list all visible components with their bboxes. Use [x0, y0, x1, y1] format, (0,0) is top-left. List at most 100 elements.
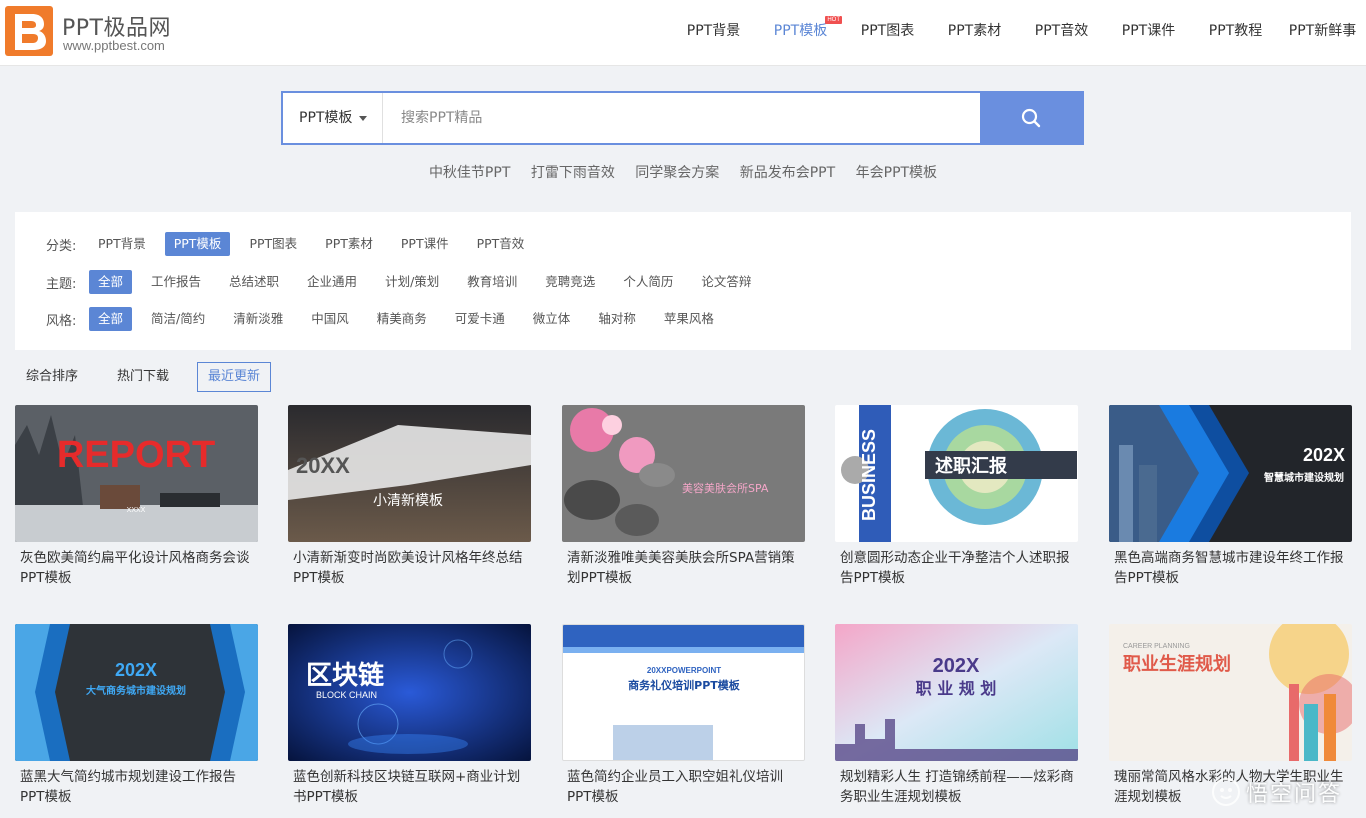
nav-item-ppt-background[interactable]: PPT背景 [670, 0, 757, 62]
site-url: www.pptbest.com [63, 38, 165, 53]
thumb-subtitle: BLOCK CHAIN [316, 690, 377, 700]
filter-chip[interactable]: PPT音效 [468, 232, 534, 256]
filter-chip[interactable]: 个人简历 [614, 270, 682, 294]
nav-label: PPT教程 [1208, 23, 1263, 39]
filter-chip[interactable]: 精美商务 [368, 307, 436, 331]
main-nav: PPT背景 PPT模板 HOT PPT图表 PPT素材 PPT音效 PPT课件 P… [670, 0, 1366, 62]
filter-chip[interactable]: 微立体 [524, 307, 580, 331]
filter-chip[interactable]: 竞聘竞选 [536, 270, 604, 294]
thumb-title: 述职汇报 [935, 455, 1007, 477]
filter-chip[interactable]: 苹果风格 [655, 307, 723, 331]
nav-label: PPT新鲜事 [1288, 23, 1357, 39]
watermark-text: 悟空问答 [1245, 782, 1342, 807]
filter-chip[interactable]: 教育培训 [458, 270, 526, 294]
filter-chip[interactable]: 计划/策划 [376, 270, 448, 294]
template-card[interactable]: 202X 职 业 规 划 规划精彩人生 打造锦绣前程——炫彩商务职业生涯规划模板 [835, 624, 1078, 807]
filter-row-style: 风格: 全部 简洁/简约 清新淡雅 中国风 精美商务 可爱卡通 微立体 轴对称 … [15, 306, 733, 332]
filter-label-category: 分类: [46, 238, 77, 254]
site-logo[interactable]: PPT极品网 www.pptbest.com [5, 6, 225, 58]
template-title[interactable]: 小清新渐变时尚欧美设计风格年终总结PPT模板 [288, 548, 531, 588]
nav-item-ppt-sound[interactable]: PPT音效 [1018, 0, 1105, 62]
template-title[interactable]: 创意圆形动态企业干净整洁个人述职报告PPT模板 [835, 548, 1078, 588]
filter-chip[interactable]: 工作报告 [142, 270, 210, 294]
nav-label: PPT背景 [686, 23, 741, 39]
template-title[interactable]: 黑色高端商务智慧城市建设年终工作报告PPT模板 [1109, 548, 1352, 588]
thumb-subtitle: 智慧城市建设规划 [1264, 471, 1344, 484]
template-thumbnail[interactable]: 区块链 BLOCK CHAIN [288, 624, 531, 761]
thumb-title: 20XX [296, 453, 350, 478]
search-input[interactable] [383, 93, 980, 143]
template-card[interactable]: 区块链 BLOCK CHAIN 蓝色创新科技区块链互联网+商业计划书PPT模板 [288, 624, 531, 807]
template-title[interactable]: 蓝色简约企业员工入职空姐礼仪培训PPT模板 [562, 767, 805, 807]
search-icon [1021, 108, 1041, 128]
template-card[interactable]: 202X 智慧城市建设规划 黑色高端商务智慧城市建设年终工作报告PPT模板 [1109, 405, 1352, 588]
search-button[interactable] [980, 93, 1082, 143]
hot-word-link[interactable]: 同学聚会方案 [635, 162, 719, 182]
nav-item-ppt-courseware[interactable]: PPT课件 [1105, 0, 1192, 62]
template-title[interactable]: 清新淡雅唯美美容美肤会所SPA营销策划PPT模板 [562, 548, 805, 588]
thumb-title: 202X [1303, 445, 1345, 465]
filter-chip[interactable]: 轴对称 [589, 307, 645, 331]
thumb-subtitle: BUSINESS [859, 429, 879, 521]
template-thumbnail[interactable]: CAREER PLANNING 职业生涯规划 [1109, 624, 1352, 761]
thumb-subtitle: 大气商务城市建设规划 [86, 684, 186, 697]
template-card[interactable]: REPORT XXXX 灰色欧美简约扁平化设计风格商务会谈PPT模板 [15, 405, 258, 588]
logo-mark-icon [5, 6, 53, 56]
filter-chip[interactable]: PPT背景 [89, 232, 155, 256]
filter-chip[interactable]: 总结述职 [220, 270, 288, 294]
hot-search-words: 中秋佳节PPT 打雷下雨音效 同学聚会方案 新品发布会PPT 年会PPT模板 [0, 162, 1366, 182]
thumb-title: 商务礼仪培训PPT模板 [628, 678, 741, 692]
template-thumbnail[interactable]: BUSINESS 述职汇报 [835, 405, 1078, 542]
sort-option-active[interactable]: 最近更新 [197, 362, 272, 392]
filter-label-style: 风格: [46, 313, 77, 329]
hot-word-link[interactable]: 新品发布会PPT [740, 162, 835, 182]
sort-option[interactable]: 综合排序 [15, 362, 89, 392]
hot-word-link[interactable]: 打雷下雨音效 [531, 162, 615, 182]
filter-chip-active[interactable]: 全部 [89, 270, 133, 294]
template-card[interactable]: 20XX 小清新模板 小清新渐变时尚欧美设计风格年终总结PPT模板 [288, 405, 531, 588]
template-thumbnail[interactable]: 20XX 小清新模板 [288, 405, 531, 542]
filter-chip[interactable]: 中国风 [302, 307, 358, 331]
nav-label: PPT音效 [1034, 23, 1089, 39]
nav-item-ppt-material[interactable]: PPT素材 [931, 0, 1018, 62]
hot-badge: HOT [825, 16, 842, 24]
template-card[interactable]: 20XXPOWERPOINT 商务礼仪培训PPT模板 蓝色简约企业员工入职空姐礼… [562, 624, 805, 807]
filter-chip[interactable]: PPT课件 [392, 232, 458, 256]
template-thumbnail[interactable]: 美容美肤会所SPA [562, 405, 805, 542]
filter-chip[interactable]: PPT素材 [316, 232, 382, 256]
filter-chip-active[interactable]: PPT模板 [164, 232, 231, 256]
nav-item-ppt-chart[interactable]: PPT图表 [844, 0, 931, 62]
filter-panel: 分类: PPT背景 PPT模板 PPT图表 PPT素材 PPT课件 PPT音效 … [15, 212, 1351, 350]
nav-label: PPT图表 [860, 23, 915, 39]
nav-item-ppt-news[interactable]: PPT新鲜事 [1279, 0, 1366, 62]
filter-chip[interactable]: 可爱卡通 [446, 307, 514, 331]
template-title[interactable]: 灰色欧美简约扁平化设计风格商务会谈PPT模板 [15, 548, 258, 588]
nav-item-ppt-tutorial[interactable]: PPT教程 [1192, 0, 1279, 62]
template-card[interactable]: BUSINESS 述职汇报 创意圆形动态企业干净整洁个人述职报告PPT模板 [835, 405, 1078, 588]
thumb-title: 职业生涯规划 [1123, 653, 1231, 675]
filter-chip[interactable]: 论文答辩 [692, 270, 760, 294]
filter-label-theme: 主题: [46, 276, 77, 292]
filter-chip[interactable]: PPT图表 [240, 232, 306, 256]
thumb-title: 区块链 [306, 660, 384, 691]
filter-chip-active[interactable]: 全部 [89, 307, 133, 331]
search-category-select[interactable]: PPT模板 [283, 93, 383, 143]
template-title[interactable]: 规划精彩人生 打造锦绣前程——炫彩商务职业生涯规划模板 [835, 767, 1078, 807]
hot-word-link[interactable]: 年会PPT模板 [856, 162, 937, 182]
template-card[interactable]: 202X 大气商务城市建设规划 蓝黑大气简约城市规划建设工作报告PPT模板 [15, 624, 258, 807]
template-thumbnail[interactable]: REPORT XXXX [15, 405, 258, 542]
nav-label: PPT课件 [1121, 23, 1176, 39]
template-thumbnail[interactable]: 20XXPOWERPOINT 商务礼仪培训PPT模板 [562, 624, 805, 761]
template-title[interactable]: 蓝色创新科技区块链互联网+商业计划书PPT模板 [288, 767, 531, 807]
nav-item-ppt-template[interactable]: PPT模板 HOT [757, 0, 844, 62]
template-thumbnail[interactable]: 202X 大气商务城市建设规划 [15, 624, 258, 761]
template-thumbnail[interactable]: 202X 智慧城市建设规划 [1109, 405, 1352, 542]
template-title[interactable]: 蓝黑大气简约城市规划建设工作报告PPT模板 [15, 767, 258, 807]
filter-chip[interactable]: 企业通用 [298, 270, 366, 294]
sort-option[interactable]: 热门下载 [106, 362, 180, 392]
filter-chip[interactable]: 简洁/简约 [142, 307, 214, 331]
template-card[interactable]: 美容美肤会所SPA 清新淡雅唯美美容美肤会所SPA营销策划PPT模板 [562, 405, 805, 588]
template-thumbnail[interactable]: 202X 职 业 规 划 [835, 624, 1078, 761]
filter-chip[interactable]: 清新淡雅 [224, 307, 292, 331]
hot-word-link[interactable]: 中秋佳节PPT [429, 162, 510, 182]
